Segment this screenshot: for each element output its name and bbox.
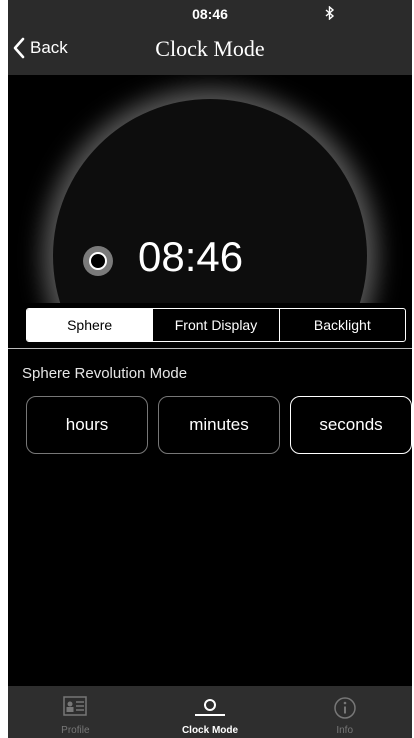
hours-button[interactable]: hours xyxy=(26,396,148,454)
seconds-button[interactable]: seconds xyxy=(290,396,412,454)
segment-front-display[interactable]: Front Display xyxy=(152,309,278,341)
section-label: Sphere Revolution Mode xyxy=(22,365,188,382)
tab-clock-mode-label: Clock Mode xyxy=(181,725,239,736)
screen: 08:46 Back Clock Mode 08:46 Sphere Front… xyxy=(8,0,412,738)
sphere-time: 08:46 xyxy=(138,233,244,280)
back-button[interactable]: Back xyxy=(12,37,68,59)
info-icon xyxy=(333,697,356,719)
tab-clock-mode[interactable]: Clock Mode xyxy=(143,686,278,738)
header: 08:46 Back Clock Mode xyxy=(8,0,412,75)
profile-icon xyxy=(63,696,88,716)
status-time: 08:46 xyxy=(192,6,228,22)
divider xyxy=(8,348,412,349)
segment-sphere[interactable]: Sphere xyxy=(27,309,153,341)
bluetooth-icon xyxy=(325,6,335,20)
chevron-left-icon xyxy=(13,37,25,59)
segment-backlight[interactable]: Backlight xyxy=(278,309,405,341)
tab-profile-label: Profile xyxy=(61,725,90,736)
tab-bar: Profile Clock Mode Info xyxy=(8,686,412,738)
back-label: Back xyxy=(30,38,68,57)
segmented-control: Sphere Front Display Backlight xyxy=(26,308,406,342)
clock-mode-icon xyxy=(195,699,225,716)
sphere-preview: 08:46 xyxy=(8,75,412,303)
sphere-indicator-icon xyxy=(83,246,113,276)
page-title: Clock Mode xyxy=(8,36,412,62)
page-title-text: Clock Mode xyxy=(155,36,265,61)
tab-info-label: Info xyxy=(336,725,354,736)
tab-info[interactable]: Info xyxy=(277,686,412,738)
minutes-button[interactable]: minutes xyxy=(158,396,280,454)
tab-profile[interactable]: Profile xyxy=(8,686,143,738)
